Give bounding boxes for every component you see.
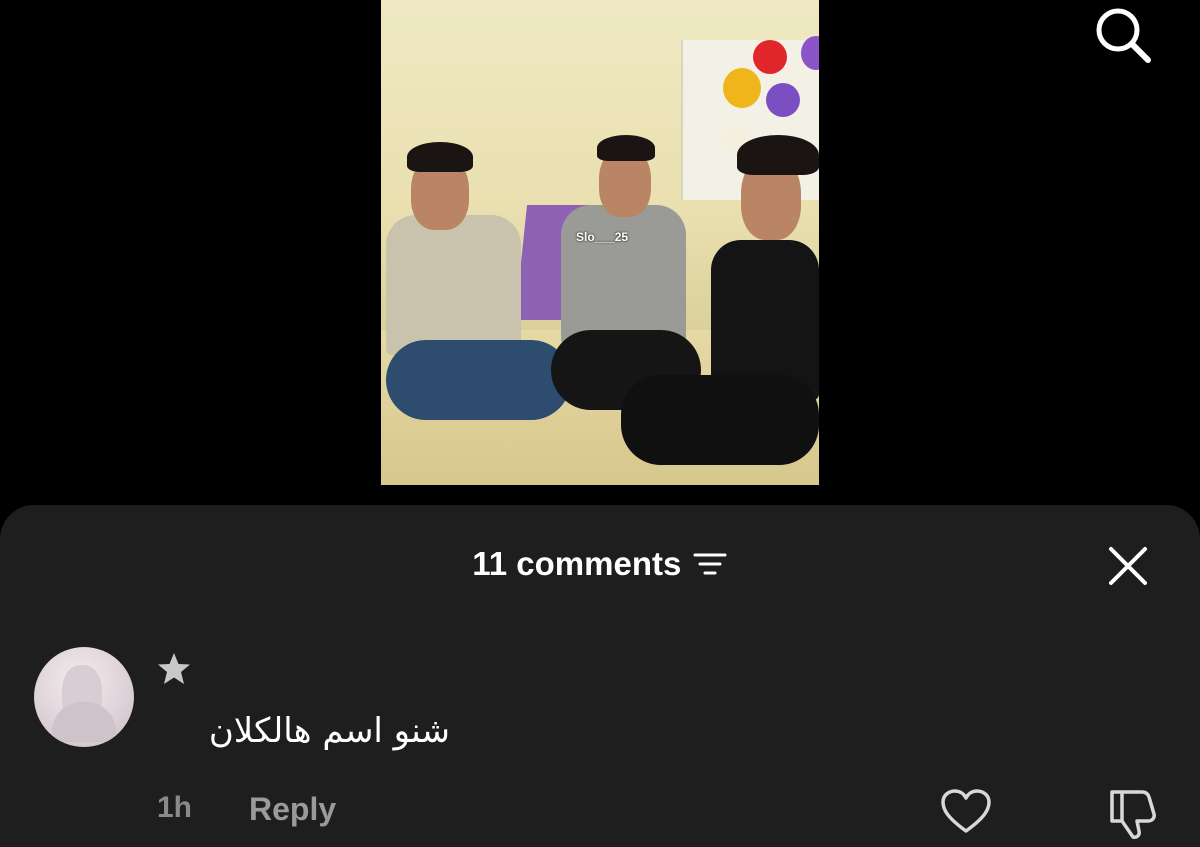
balloon	[766, 83, 800, 117]
comments-header: 11 comments	[0, 545, 1200, 589]
video-player[interactable]: Slo___25	[0, 0, 1200, 505]
close-icon	[1109, 547, 1147, 585]
hair	[407, 142, 473, 172]
star-icon	[158, 653, 190, 684]
comment-timestamp: 1h	[157, 791, 193, 824]
search-icon	[1096, 8, 1151, 63]
close-comments-button[interactable]	[1105, 543, 1151, 589]
comments-sheet: 11 comments شنو اسم هالكلان 1h Reply	[0, 505, 1200, 847]
shirt	[386, 215, 521, 355]
person-right	[611, 135, 819, 485]
comment-text: شنو اسم هالكلان	[208, 711, 450, 751]
video-watermark: Slo___25	[576, 230, 629, 244]
heart-icon	[941, 789, 991, 833]
comments-count-title: 11 comments	[472, 545, 682, 582]
balloon	[723, 68, 761, 108]
avatar[interactable]	[34, 647, 134, 747]
search-button[interactable]	[1090, 2, 1154, 66]
thumbs-down-icon	[1110, 790, 1156, 839]
sort-button[interactable]	[692, 550, 728, 578]
legs	[621, 375, 819, 465]
video-frame[interactable]: Slo___25	[381, 0, 819, 485]
dislike-button[interactable]	[1104, 788, 1160, 840]
like-button[interactable]	[940, 788, 992, 836]
sort-icon	[693, 553, 727, 575]
comment-item: شنو اسم هالكلان 1h Reply	[0, 645, 1200, 845]
hair	[737, 135, 819, 175]
balloon	[753, 40, 787, 74]
reply-button[interactable]: Reply	[249, 791, 336, 828]
